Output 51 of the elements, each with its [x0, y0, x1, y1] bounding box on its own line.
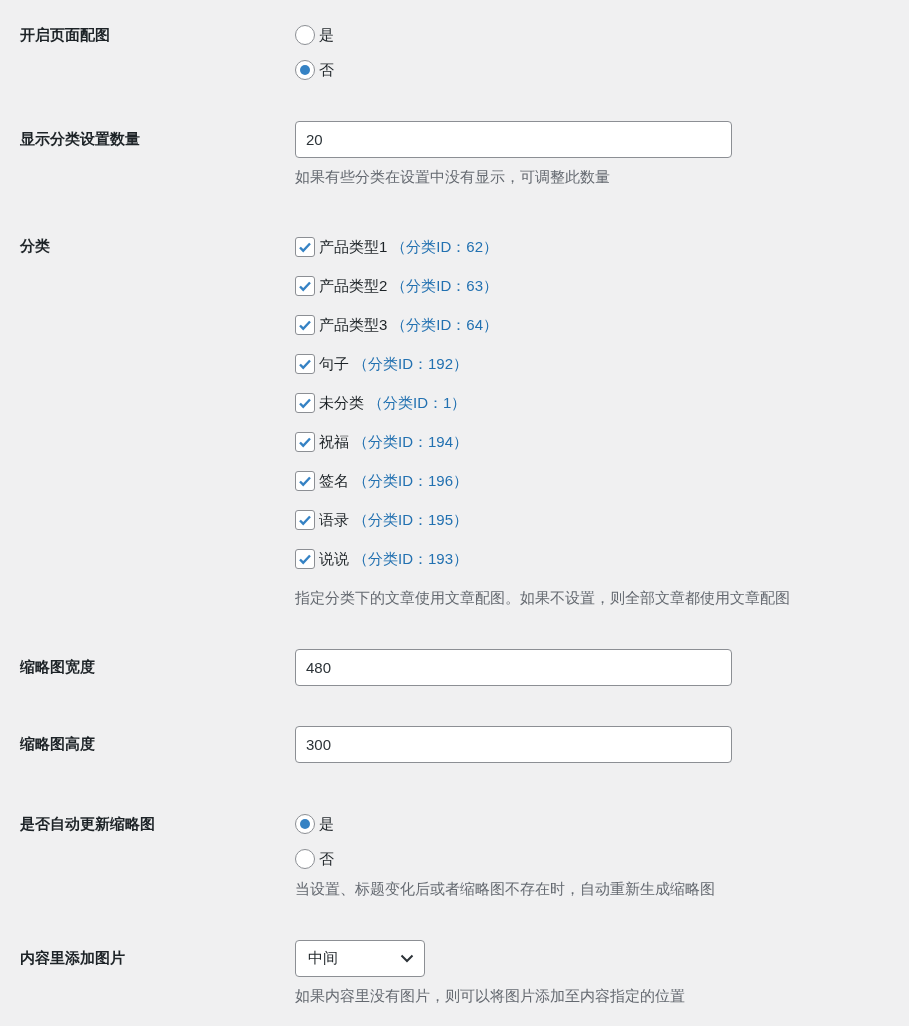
checkbox[interactable]	[295, 432, 315, 452]
checkbox-label[interactable]: 产品类型3	[319, 314, 388, 336]
checkbox-label[interactable]: 签名	[319, 470, 349, 492]
setting-label: 缩略图高度	[20, 735, 95, 752]
category-id: （分类ID：193）	[353, 549, 469, 569]
category-id: （分类ID：64）	[391, 315, 499, 335]
radio-label[interactable]: 否	[319, 59, 334, 81]
input-field[interactable]: 300	[295, 726, 732, 763]
radio-label[interactable]: 否	[319, 848, 334, 870]
setting-label: 内容里添加图片	[20, 949, 125, 966]
category-id: （分类ID：194）	[353, 432, 469, 452]
checkbox[interactable]	[295, 510, 315, 530]
radio-label[interactable]: 是	[319, 24, 334, 46]
field-description: 当设置、标题变化后或者缩略图不存在时，自动重新生成缩略图	[295, 879, 715, 899]
setting-label: 分类	[20, 237, 50, 254]
checkbox[interactable]	[295, 393, 315, 413]
checkbox-label[interactable]: 语录	[319, 509, 349, 531]
input-field[interactable]: 20	[295, 121, 732, 158]
category-id: （分类ID：62）	[391, 237, 499, 257]
field-description: 指定分类下的文章使用文章配图。如果不设置，则全部文章都使用文章配图	[295, 588, 790, 608]
category-id: （分类ID：192）	[353, 354, 469, 374]
checkbox-label[interactable]: 说说	[319, 548, 349, 570]
checkbox[interactable]	[295, 549, 315, 569]
checkbox[interactable]	[295, 276, 315, 296]
checkbox-label[interactable]: 未分类	[319, 392, 364, 414]
field-description: 如果有些分类在设置中没有显示，可调整此数量	[295, 167, 611, 187]
dropdown[interactable]: 中间	[295, 940, 425, 977]
radio-button[interactable]	[295, 849, 315, 869]
category-id: （分类ID：196）	[353, 471, 469, 491]
category-id: （分类ID：1）	[368, 393, 467, 413]
setting-label: 显示分类设置数量	[20, 130, 140, 147]
setting-label: 是否自动更新缩略图	[20, 815, 155, 832]
radio-label[interactable]: 是	[319, 813, 334, 835]
checkbox-label[interactable]: 句子	[319, 353, 349, 375]
checkbox[interactable]	[295, 315, 315, 335]
input-field[interactable]: 480	[295, 649, 732, 686]
category-id: （分类ID：195）	[353, 510, 469, 530]
setting-label: 开启页面配图	[20, 26, 110, 43]
chevron-down-icon	[400, 954, 414, 963]
field-description: 如果内容里没有图片，则可以将图片添加至内容指定的位置	[295, 986, 685, 1006]
checkbox-label[interactable]: 祝福	[319, 431, 349, 453]
category-id: （分类ID：63）	[391, 276, 499, 296]
checkbox-label[interactable]: 产品类型2	[319, 275, 388, 297]
checkbox[interactable]	[295, 354, 315, 374]
radio-button[interactable]	[295, 814, 315, 834]
checkbox-label[interactable]: 产品类型1	[319, 236, 388, 258]
checkbox[interactable]	[295, 471, 315, 491]
radio-button[interactable]	[295, 60, 315, 80]
checkbox[interactable]	[295, 237, 315, 257]
radio-button[interactable]	[295, 25, 315, 45]
setting-label: 缩略图宽度	[20, 658, 95, 675]
